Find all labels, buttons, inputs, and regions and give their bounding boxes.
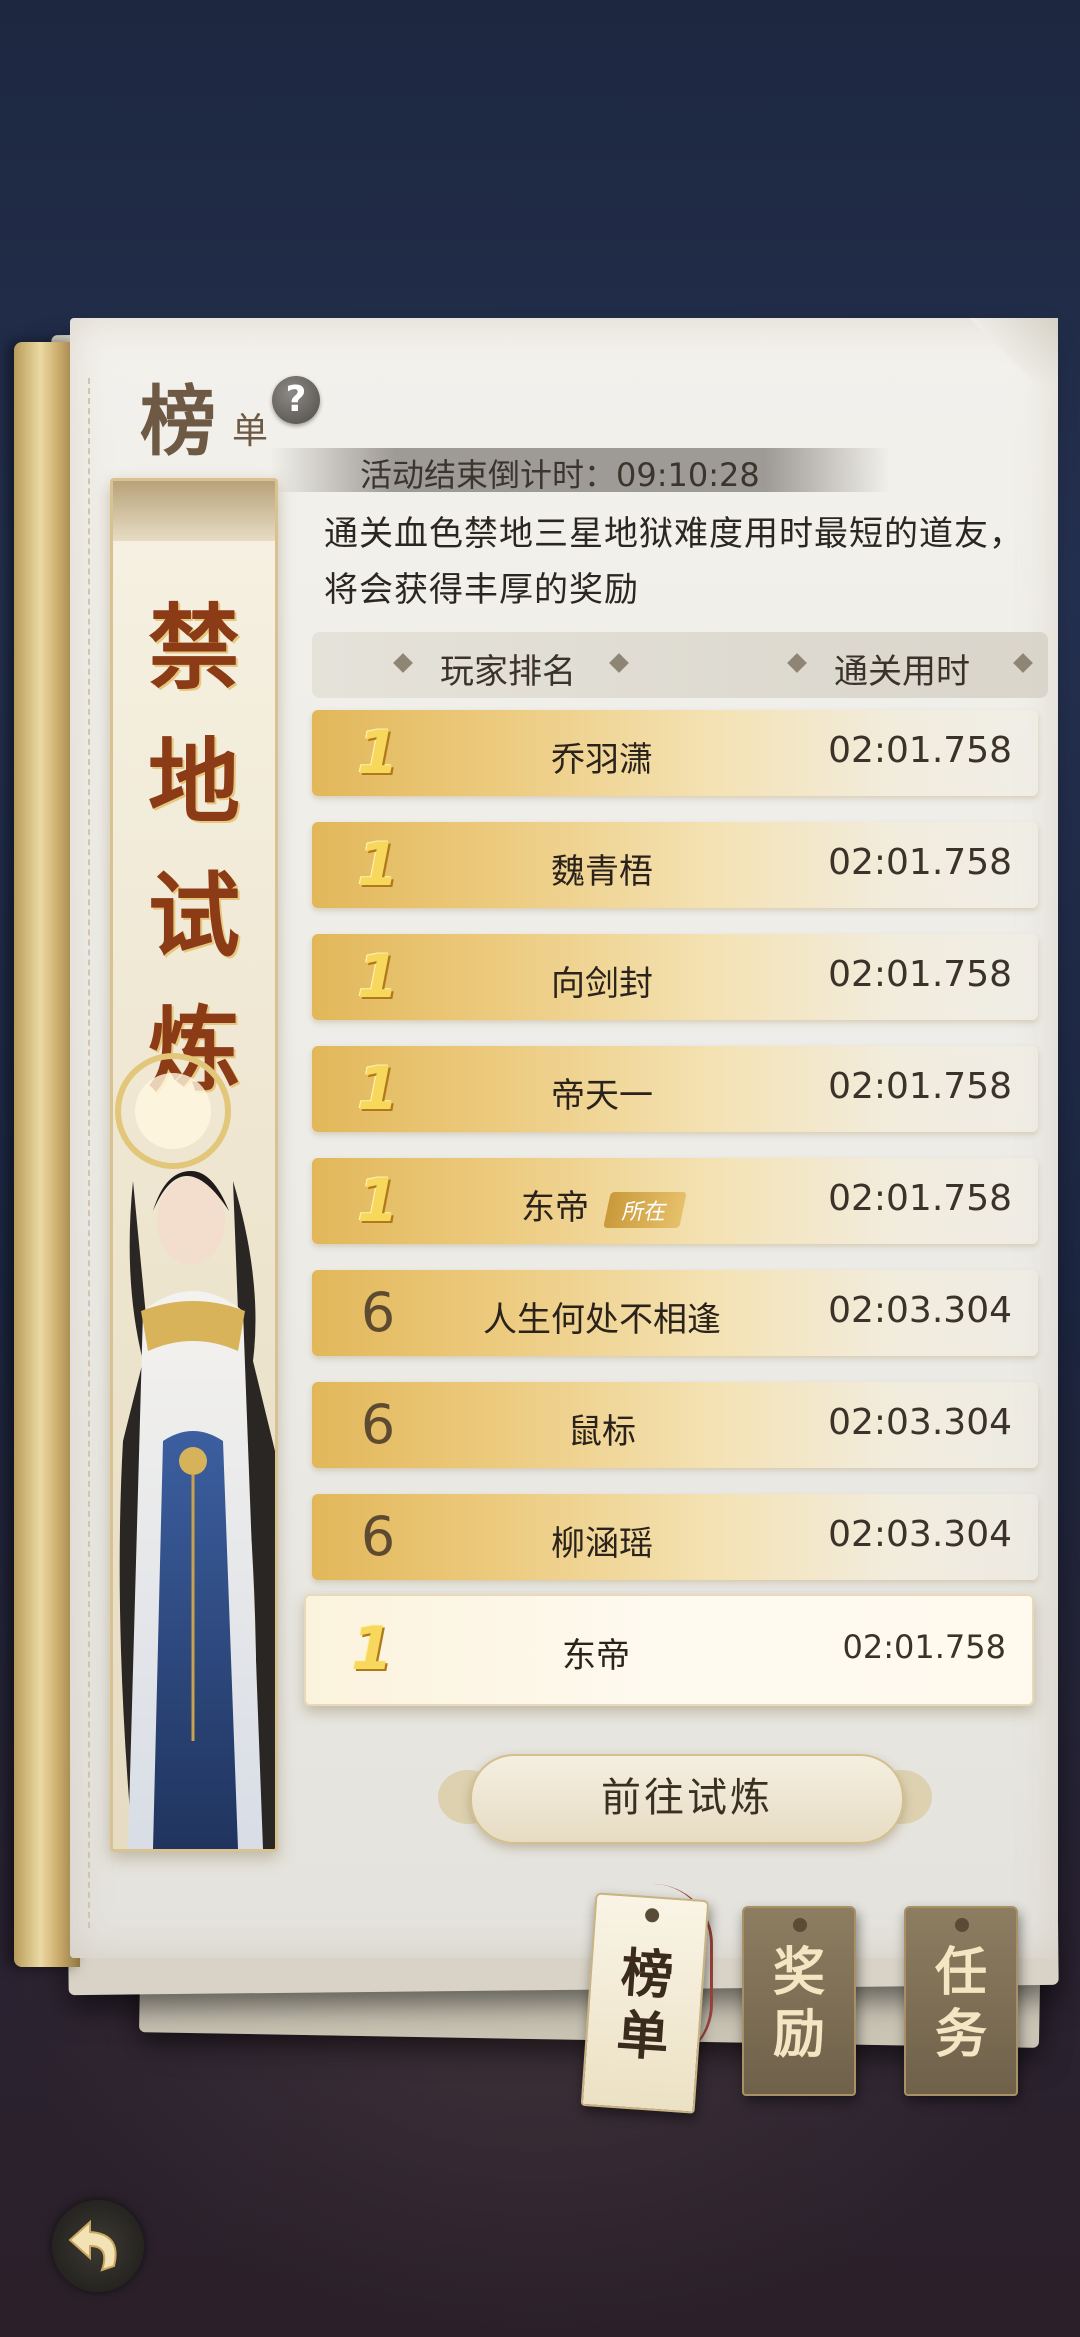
player-name: 魏青梧 (551, 852, 653, 892)
tag-hole (793, 1918, 807, 1932)
back-button[interactable] (52, 2200, 144, 2292)
rank-number: 6 (360, 1393, 396, 1456)
panel-title-big: 榜 (140, 377, 218, 466)
rank-number: 1 (351, 1614, 393, 1684)
player-name: 柳涵瑶 (551, 1524, 653, 1564)
clear-time: 02:03.304 (828, 1514, 1012, 1555)
tab-label: 任务 (934, 1942, 987, 2065)
table-row[interactable]: 6 人生何处不相逢 02:03.304 (312, 1270, 1038, 1356)
tab-leaderboard[interactable]: 榜单 (580, 1892, 710, 2114)
player-name: 帝天一 (551, 1076, 653, 1116)
diamond-icon (609, 653, 629, 673)
player-name: 鼠标 (568, 1412, 636, 1452)
banner-header-strip (113, 481, 275, 541)
tag-hole (644, 1907, 660, 1923)
table-row[interactable]: 6 柳涵瑶 02:03.304 (312, 1494, 1038, 1580)
table-row[interactable]: 1 魏青梧 02:01.758 (312, 822, 1038, 908)
table-row[interactable]: 6 鼠标 02:03.304 (312, 1382, 1038, 1468)
clear-time: 02:01.758 (828, 842, 1012, 883)
col-player-rank: 玩家排名 (440, 652, 576, 692)
player-name: 人生何处不相逢 (483, 1300, 721, 1340)
tab-rewards[interactable]: 奖励 (742, 1906, 856, 2096)
diamond-icon (393, 653, 413, 673)
rank-number: 1 (357, 718, 399, 788)
panel-title-small: 单 (232, 411, 269, 452)
diamond-icon (787, 653, 807, 673)
col-clear-time: 通关用时 (834, 652, 970, 692)
question-icon[interactable]: ? (272, 376, 320, 424)
rank-number: 1 (357, 1054, 399, 1124)
tag-hole (955, 1918, 969, 1932)
event-description: 通关血色禁地三星地狱难度用时最短的道友，将会获得丰厚的奖励 (324, 514, 1024, 610)
clear-time: 02:01.758 (842, 1628, 1006, 1666)
event-banner: 禁地试炼 (110, 478, 278, 1852)
countdown-text: 活动结束倒计时：09:10:28 (360, 456, 760, 494)
tab-tasks[interactable]: 任务 (904, 1906, 1018, 2096)
go-trial-button[interactable]: 前往试炼 (470, 1754, 904, 1844)
clear-time: 02:01.758 (828, 954, 1012, 995)
clear-time: 02:01.758 (828, 1066, 1012, 1107)
rank-number: 1 (357, 1166, 399, 1236)
clear-time: 02:01.758 (828, 730, 1012, 771)
rank-number: 6 (360, 1505, 396, 1568)
diamond-icon (1013, 653, 1033, 673)
self-badge: 所在 (603, 1191, 687, 1228)
table-row[interactable]: 1 东帝 所在 02:01.758 (312, 1158, 1038, 1244)
my-rank-row[interactable]: 1 东帝 02:01.758 (304, 1594, 1034, 1706)
character-illustration (115, 1053, 275, 1849)
clear-time: 02:01.758 (828, 1178, 1012, 1219)
player-name: 乔羽潇 (551, 740, 653, 780)
clear-time: 02:03.304 (828, 1290, 1012, 1331)
table-row[interactable]: 1 帝天一 02:01.758 (312, 1046, 1038, 1132)
back-arrow-icon (68, 2219, 117, 2272)
tab-label: 榜单 (614, 1942, 676, 2069)
clear-time: 02:03.304 (828, 1402, 1012, 1443)
rank-number: 1 (357, 830, 399, 900)
rank-number: 6 (360, 1281, 396, 1344)
player-name: 东帝 所在 (422, 1180, 782, 1229)
table-row[interactable]: 1 向剑封 02:01.758 (312, 934, 1038, 1020)
rank-number: 1 (357, 942, 399, 1012)
table-row[interactable]: 1 乔羽潇 02:01.758 (312, 710, 1038, 796)
player-name-text: 东帝 (520, 1188, 589, 1228)
player-name: 向剑封 (551, 964, 653, 1004)
leaderboard-header: 玩家排名 通关用时 (312, 632, 1048, 698)
player-name: 东帝 (562, 1636, 630, 1676)
tab-label: 奖励 (772, 1942, 825, 2065)
